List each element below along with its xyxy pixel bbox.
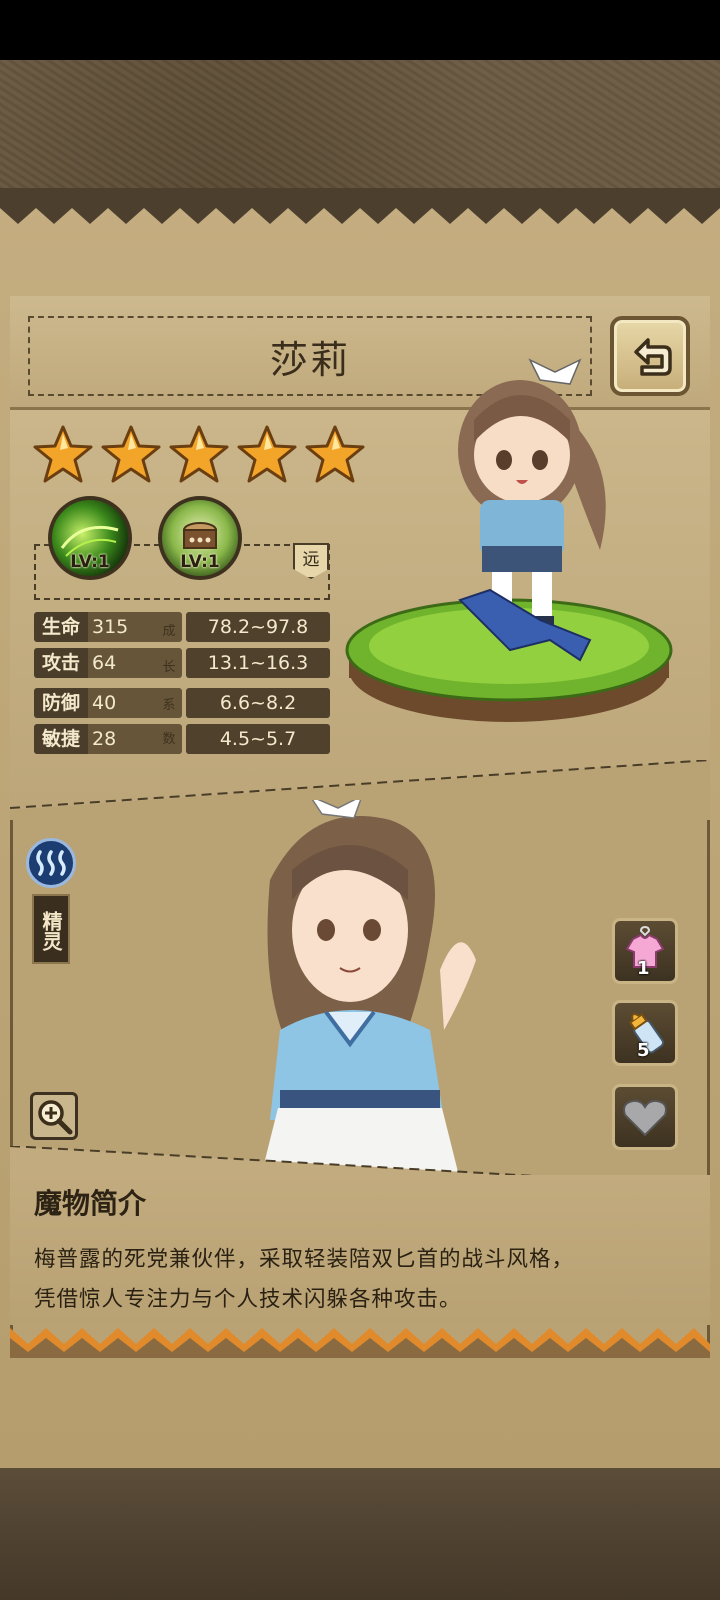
character-name: 莎莉 <box>269 337 350 382</box>
stat-label: 敏捷 <box>34 724 88 754</box>
growth-value: 78.2~97.8 <box>186 612 330 642</box>
star-rating <box>32 424 366 486</box>
stat-label: 防御 <box>34 688 88 718</box>
outfit-count: 1 <box>637 958 650 979</box>
growth-label-char: 数 <box>162 732 176 747</box>
star-icon <box>305 425 365 483</box>
wave-icon <box>36 850 66 876</box>
skill-level: LV:1 <box>70 552 110 572</box>
growth-label-char: 系 <box>162 698 176 713</box>
description-title: 魔物简介 <box>34 1187 147 1220</box>
element-type-tag: 精灵 <box>32 894 70 964</box>
star-icon <box>237 425 297 483</box>
character-portrait <box>260 800 476 1180</box>
stat-label: 生命 <box>34 612 88 642</box>
magnifier-plus-icon <box>38 1100 73 1135</box>
star-icon <box>169 425 229 483</box>
skill-slot-2[interactable]: LV:1 <box>158 496 242 580</box>
skill-slot-1[interactable]: LV:1 <box>48 496 132 580</box>
zigzag-border-bottom <box>10 1328 710 1358</box>
growth-value: 6.6~8.2 <box>186 688 330 718</box>
character-chibi-sprite <box>458 358 606 662</box>
zigzag-border-top <box>0 188 720 224</box>
water-element-icon <box>26 838 76 888</box>
bottle-button[interactable]: 5 <box>612 1000 678 1066</box>
map-background-bottom <box>0 1465 720 1600</box>
growth-value: 4.5~5.7 <box>186 724 330 754</box>
outfit-button[interactable]: 1 <box>612 918 678 984</box>
star-icon <box>101 425 161 483</box>
growth-value: 13.1~16.3 <box>186 648 330 678</box>
affection-button[interactable] <box>612 1084 678 1150</box>
heart-icon <box>623 1099 667 1137</box>
growth-label-char: 长 <box>162 660 176 675</box>
skill-level: LV:1 <box>180 552 220 572</box>
growth-label-char: 成 <box>162 624 176 639</box>
description-text-line: 梅普露的死党兼伙伴，采取轻装陪双匕首的战斗风格， <box>34 1247 575 1272</box>
zoom-button[interactable] <box>30 1092 78 1140</box>
star-icon <box>33 425 93 483</box>
description-text-line: 凭借惊人专注力与个人技术闪躲各种攻击。 <box>34 1287 462 1312</box>
stat-label: 攻击 <box>34 648 88 678</box>
bottle-count: 5 <box>637 1040 650 1061</box>
